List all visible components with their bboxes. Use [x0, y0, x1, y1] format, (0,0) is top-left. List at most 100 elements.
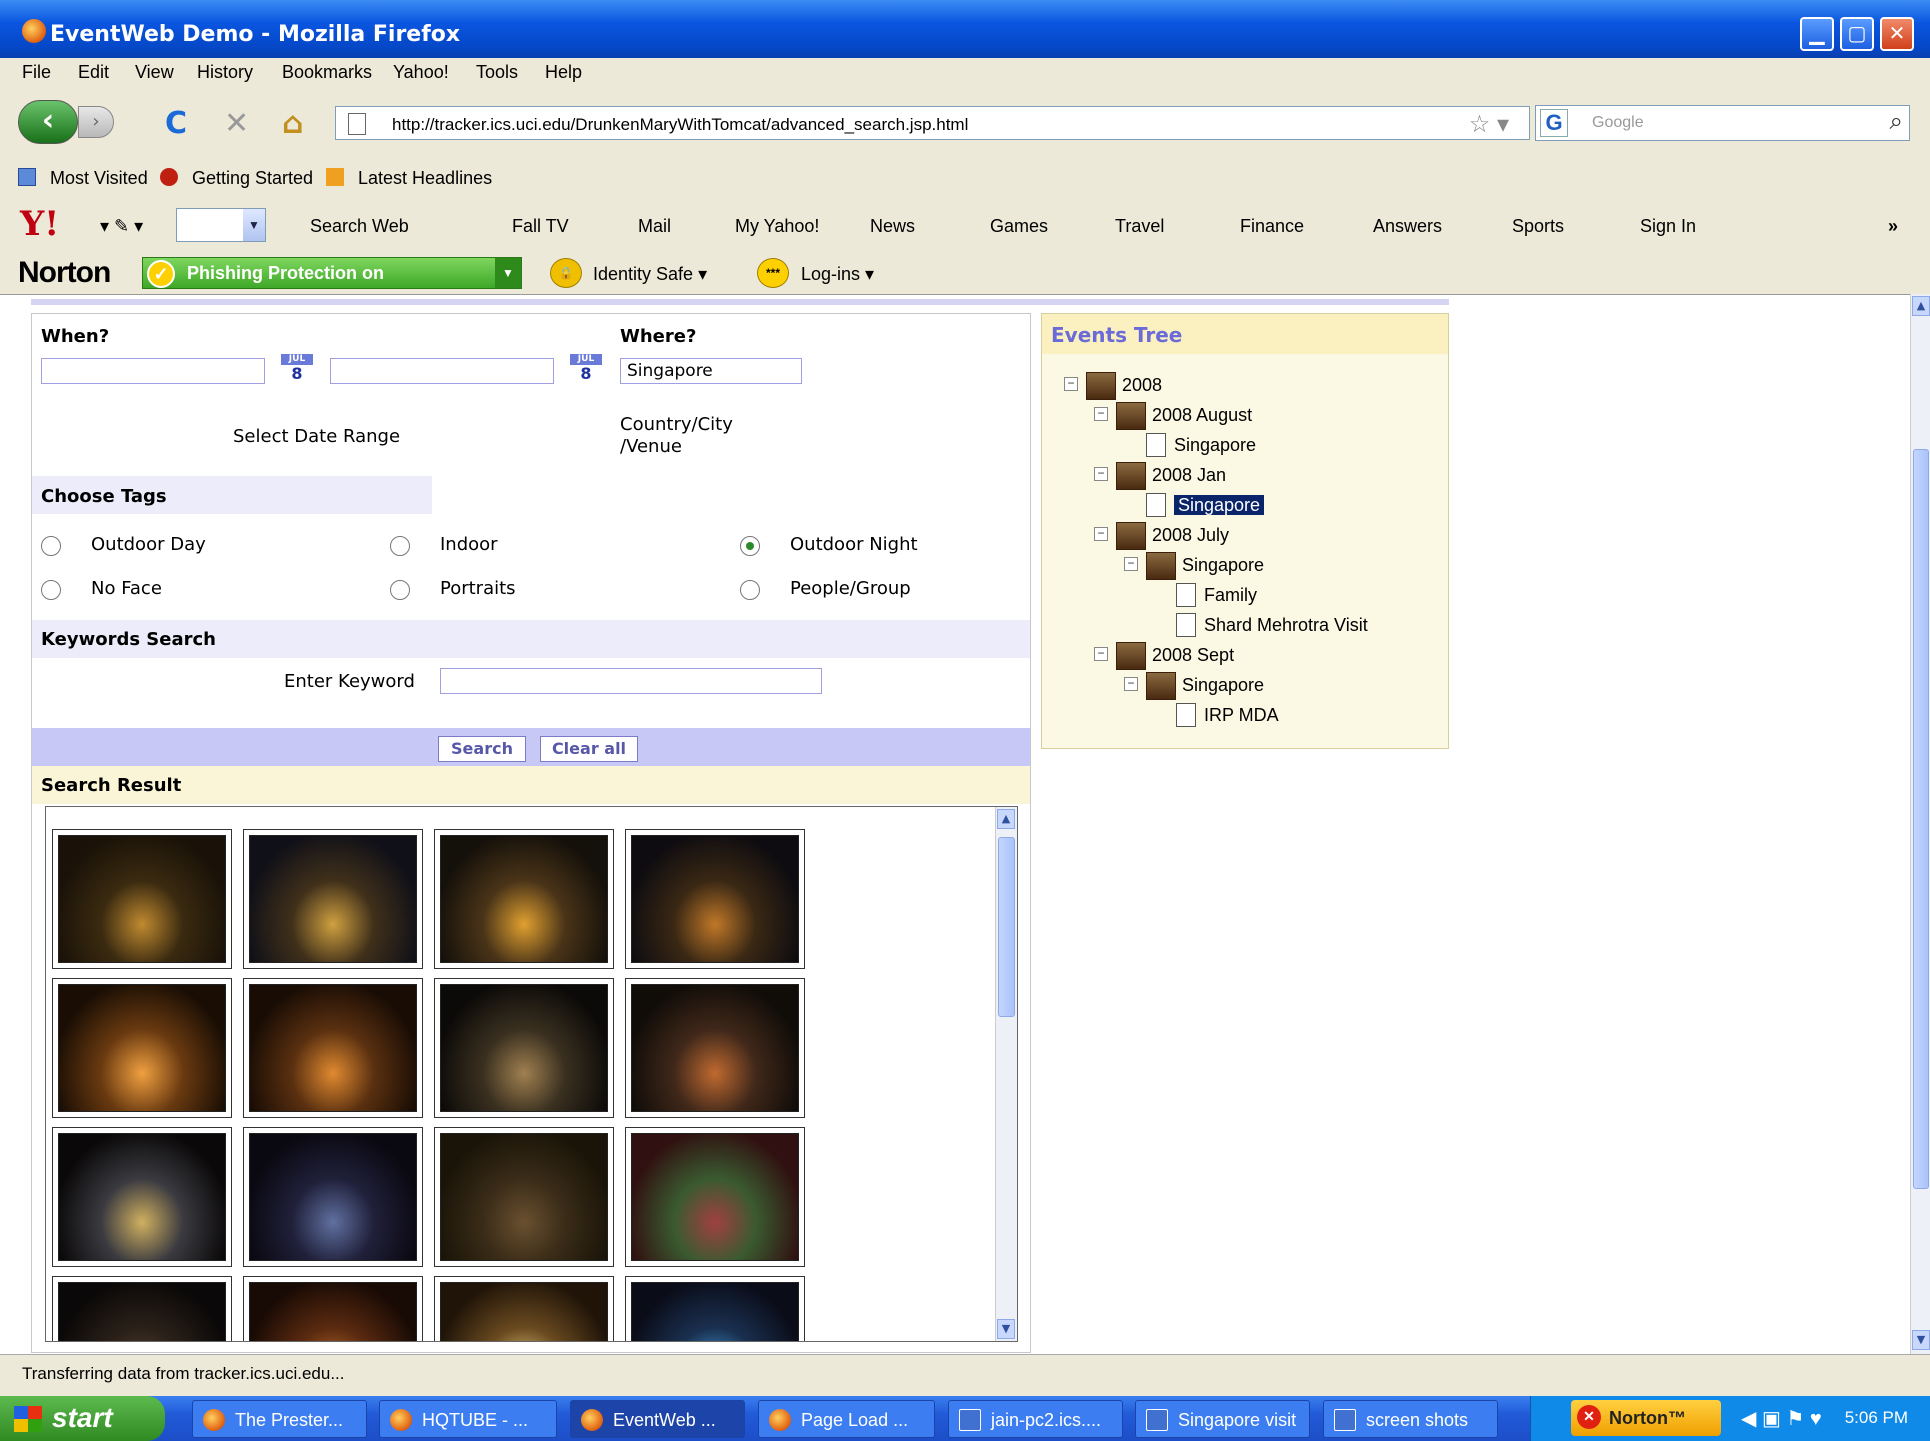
bookmark-latest-headlines[interactable]: Latest Headlines — [358, 168, 492, 189]
google-icon[interactable]: G — [1540, 109, 1568, 137]
clear-all-button[interactable]: Clear all — [540, 736, 638, 762]
tree-node-label[interactable]: Singapore — [1174, 495, 1265, 516]
tag-no-face-label[interactable]: No Face — [91, 578, 162, 599]
taskbar-window-button[interactable]: screen shots — [1323, 1400, 1498, 1438]
radio-portraits[interactable] — [390, 580, 410, 600]
yahoo-my-yahoo[interactable]: My Yahoo! — [735, 216, 819, 237]
tag-portraits-label[interactable]: Portraits — [440, 578, 516, 599]
chevron-down-icon[interactable]: ▼ — [495, 258, 521, 288]
identity-safe-menu[interactable]: Identity Safe ▾ — [593, 264, 707, 285]
taskbar-window-button[interactable]: HQTUBE - ... — [379, 1400, 557, 1438]
where-input[interactable] — [620, 358, 802, 384]
keyword-input[interactable] — [440, 668, 822, 694]
menu-tools[interactable]: Tools — [476, 62, 518, 83]
bookmark-star-icon[interactable]: ☆ ▾ — [1469, 110, 1509, 139]
result-thumbnail[interactable] — [434, 829, 614, 969]
scroll-up-icon[interactable]: ▲ — [1912, 296, 1930, 316]
radio-outdoor-day[interactable] — [41, 536, 61, 556]
tree-node-label[interactable]: Shard Mehrotra Visit — [1204, 615, 1368, 636]
result-thumbnail[interactable] — [52, 829, 232, 969]
radio-no-face[interactable] — [41, 580, 61, 600]
page-scrollbar[interactable]: ▲ ▼ — [1910, 294, 1930, 1354]
date-from-input[interactable] — [41, 358, 265, 384]
tree-node-label[interactable]: 2008 Sept — [1152, 645, 1234, 666]
radio-outdoor-night[interactable] — [740, 536, 760, 556]
taskbar-window-button[interactable]: Singapore visit — [1135, 1400, 1310, 1438]
close-button[interactable]: ✕ — [1880, 17, 1914, 51]
result-thumbnail[interactable] — [52, 1127, 232, 1267]
result-thumbnail[interactable] — [243, 829, 423, 969]
menu-view[interactable]: View — [135, 62, 174, 83]
search-box[interactable]: G Google ⌕ — [1535, 105, 1910, 141]
yahoo-logo[interactable]: Y! — [20, 204, 59, 244]
norton-tray-button[interactable]: ✕ Norton™ — [1571, 1400, 1721, 1436]
scroll-up-icon[interactable]: ▲ — [997, 809, 1015, 829]
result-thumbnail[interactable] — [625, 1127, 805, 1267]
taskbar-window-button[interactable]: Page Load ... — [758, 1400, 935, 1438]
result-thumbnail[interactable] — [243, 1276, 423, 1341]
start-button[interactable]: start — [0, 1396, 165, 1441]
yahoo-sports[interactable]: Sports — [1512, 216, 1564, 237]
tag-outdoor-night-label[interactable]: Outdoor Night — [790, 534, 918, 555]
tree-node-label[interactable]: Singapore — [1182, 675, 1264, 696]
result-thumbnail[interactable] — [625, 829, 805, 969]
tag-indoor-label[interactable]: Indoor — [440, 534, 498, 555]
menu-bookmarks[interactable]: Bookmarks — [282, 62, 372, 83]
collapse-toggle-icon[interactable]: − — [1094, 647, 1108, 661]
phishing-protection-button[interactable]: ✓ Phishing Protection on ▼ — [142, 257, 522, 289]
tag-people-group-label[interactable]: People/Group — [790, 578, 911, 599]
forward-button[interactable]: › — [78, 106, 114, 138]
radio-indoor[interactable] — [390, 536, 410, 556]
bookmark-most-visited[interactable]: Most Visited — [50, 168, 148, 189]
yahoo-fall-tv[interactable]: Fall TV — [512, 216, 569, 237]
tree-node-label[interactable]: 2008 August — [1152, 405, 1252, 426]
collapse-toggle-icon[interactable]: − — [1064, 377, 1078, 391]
search-button[interactable]: Search — [438, 736, 526, 762]
result-thumbnail[interactable] — [243, 978, 423, 1118]
scroll-down-icon[interactable]: ▼ — [997, 1319, 1015, 1339]
gallery-scrollbar[interactable]: ▲ ▼ — [995, 807, 1017, 1341]
collapse-toggle-icon[interactable]: − — [1124, 557, 1138, 571]
tray-icons[interactable]: ◀ ▣ ⚑ ♥ — [1741, 1406, 1822, 1431]
menu-history[interactable]: History — [197, 62, 253, 83]
collapse-toggle-icon[interactable]: − — [1094, 467, 1108, 481]
bookmark-getting-started[interactable]: Getting Started — [192, 168, 313, 189]
radio-people-group[interactable] — [740, 580, 760, 600]
collapse-toggle-icon[interactable]: − — [1094, 527, 1108, 541]
scroll-down-icon[interactable]: ▼ — [1912, 1330, 1930, 1350]
result-thumbnail[interactable] — [434, 1127, 614, 1267]
tree-node-label[interactable]: Singapore — [1174, 435, 1256, 456]
pencil-icon[interactable]: ▾ ✎ ▾ — [100, 216, 143, 237]
tree-node-label[interactable]: IRP MDA — [1204, 705, 1279, 726]
stop-icon[interactable]: ✕ — [224, 106, 249, 141]
date-to-input[interactable] — [330, 358, 554, 384]
result-thumbnail[interactable] — [625, 978, 805, 1118]
result-thumbnail[interactable] — [243, 1127, 423, 1267]
search-icon[interactable]: ⌕ — [1890, 108, 1903, 136]
yahoo-search-combo[interactable]: ▼ — [176, 208, 266, 242]
collapse-toggle-icon[interactable]: − — [1094, 407, 1108, 421]
yahoo-games[interactable]: Games — [990, 216, 1048, 237]
yahoo-mail[interactable]: Mail — [638, 216, 671, 237]
tree-node-label[interactable]: Singapore — [1182, 555, 1264, 576]
result-thumbnail[interactable] — [52, 978, 232, 1118]
search-placeholder[interactable]: Google — [1592, 114, 1644, 132]
menu-yahoo[interactable]: Yahoo! — [393, 62, 449, 83]
toolbar-overflow-icon[interactable]: » — [1888, 216, 1898, 237]
calendar-icon[interactable]: JUL 8 — [281, 354, 313, 386]
yahoo-news[interactable]: News — [870, 216, 915, 237]
yahoo-search-web[interactable]: Search Web — [310, 216, 409, 237]
back-button[interactable]: ‹ — [18, 100, 78, 144]
menu-help[interactable]: Help — [545, 62, 582, 83]
calendar-icon[interactable]: JUL 8 — [570, 354, 602, 386]
minimize-button[interactable]: ▁ — [1800, 17, 1834, 51]
result-thumbnail[interactable] — [52, 1276, 232, 1341]
menu-edit[interactable]: Edit — [78, 62, 109, 83]
taskbar-window-button[interactable]: The Prester... — [192, 1400, 367, 1438]
taskbar-window-button[interactable]: EventWeb ... — [570, 1400, 745, 1438]
tag-outdoor-day-label[interactable]: Outdoor Day — [91, 534, 206, 555]
chevron-down-icon[interactable]: ▼ — [243, 209, 265, 241]
tree-node-label[interactable]: 2008 Jan — [1152, 465, 1226, 486]
reload-icon[interactable]: C — [165, 106, 187, 141]
page-scroll-thumb[interactable] — [1913, 449, 1929, 1189]
